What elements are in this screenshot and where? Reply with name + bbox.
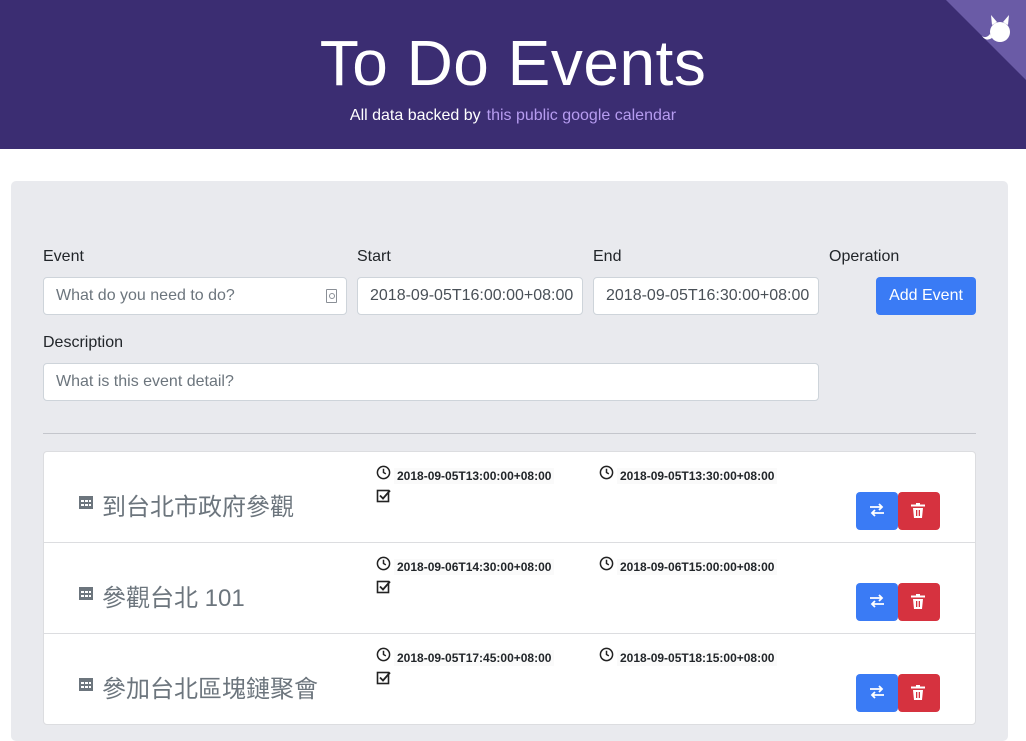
- checkbox-icon[interactable]: [376, 670, 392, 686]
- clock-icon: [599, 647, 614, 662]
- event-row: 參加台北區塊鏈聚會 2018-09-05T17:45:00+08:00 2018…: [44, 634, 975, 725]
- contact-card-icon: [326, 289, 337, 303]
- event-title: 到台北市政府參觀: [102, 494, 294, 521]
- clock-icon: [599, 465, 614, 480]
- subtitle-text: All data backed by: [349, 107, 481, 124]
- checkbox-icon[interactable]: [376, 488, 392, 504]
- clock-icon: [599, 556, 614, 571]
- event-row: 到台北市政府參觀 2018-09-05T13:00:00+08:00 2018-…: [44, 452, 975, 543]
- page-header: To Do Events All data backed by this publ…: [0, 0, 1026, 149]
- trash-icon: [911, 503, 925, 518]
- end-label: End: [593, 248, 622, 265]
- calendar-icon: [79, 496, 93, 509]
- description-label: Description: [43, 334, 124, 351]
- calendar-link[interactable]: this public google calendar: [487, 107, 676, 124]
- event-start-time: 2018-09-05T17:45:00+08:00: [394, 650, 555, 666]
- checkbox-icon[interactable]: [376, 579, 392, 595]
- event-end-time: 2018-09-06T15:00:00+08:00: [617, 559, 778, 575]
- calendar-icon: [79, 587, 93, 600]
- event-label: Event: [43, 248, 84, 265]
- start-input[interactable]: 2018-09-05T16:00:00+08:00: [357, 277, 583, 315]
- trash-icon: [911, 685, 925, 700]
- github-corner-icon[interactable]: [946, 0, 1026, 80]
- calendar-icon: [79, 678, 93, 691]
- event-row: 參觀台北 101 2018-09-06T14:30:00+08:00 2018-…: [44, 543, 975, 634]
- clock-icon: [376, 556, 391, 571]
- event-input[interactable]: What do you need to do?: [43, 277, 347, 315]
- swap-button[interactable]: [856, 583, 898, 621]
- page-title: To Do Events: [319, 27, 707, 99]
- delete-button[interactable]: [898, 492, 940, 530]
- description-input[interactable]: What is this event detail?: [43, 363, 819, 401]
- start-label: Start: [357, 248, 391, 265]
- event-start-time: 2018-09-05T13:00:00+08:00: [394, 468, 555, 484]
- add-event-button[interactable]: Add Event: [876, 277, 976, 315]
- divider: [43, 433, 976, 434]
- swap-icon: [870, 594, 884, 608]
- delete-button[interactable]: [898, 583, 940, 621]
- operation-label: Operation: [829, 248, 900, 265]
- swap-button[interactable]: [856, 674, 898, 712]
- swap-icon: [870, 503, 884, 517]
- event-start-time: 2018-09-06T14:30:00+08:00: [394, 559, 555, 575]
- swap-button[interactable]: [856, 492, 898, 530]
- delete-button[interactable]: [898, 674, 940, 712]
- swap-icon: [870, 685, 884, 699]
- clock-icon: [376, 465, 391, 480]
- end-input[interactable]: 2018-09-05T16:30:00+08:00: [593, 277, 819, 315]
- clock-icon: [376, 647, 391, 662]
- event-placeholder: What do you need to do?: [56, 287, 235, 304]
- trash-icon: [911, 594, 925, 609]
- event-list: 到台北市政府參觀 2018-09-05T13:00:00+08:00 2018-…: [43, 451, 976, 725]
- event-title: 參加台北區塊鏈聚會: [102, 676, 318, 703]
- event-title: 參觀台北 101: [102, 585, 245, 612]
- page-subtitle: All data backed by this public google cal…: [0, 107, 1026, 125]
- event-end-time: 2018-09-05T13:30:00+08:00: [617, 468, 778, 484]
- event-end-time: 2018-09-05T18:15:00+08:00: [617, 650, 778, 666]
